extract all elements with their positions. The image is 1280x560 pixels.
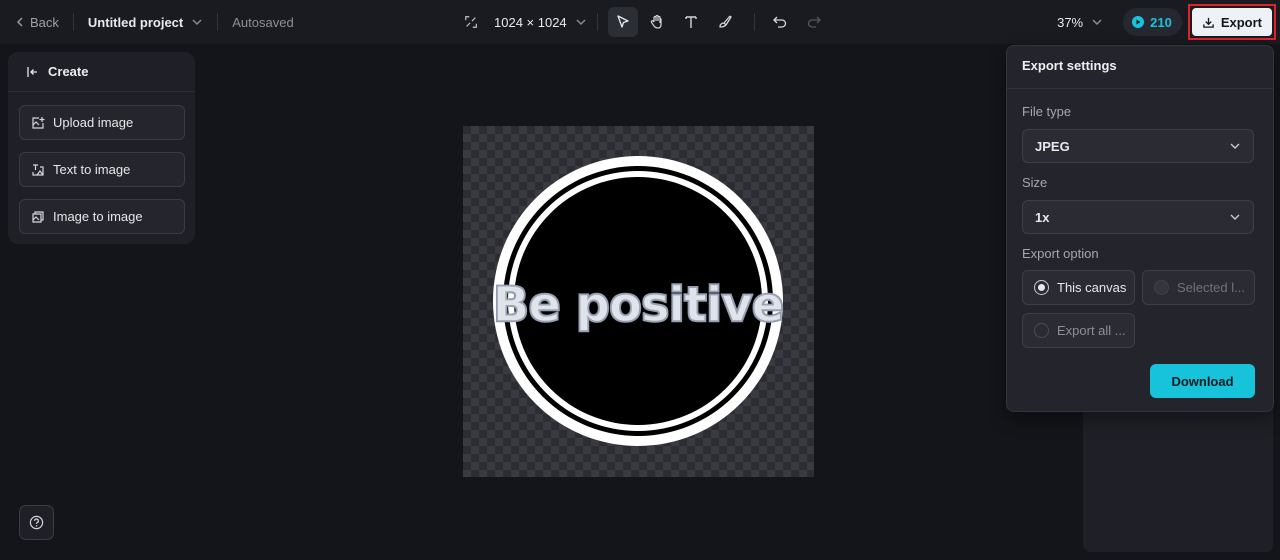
artwork-text: Be positive (493, 277, 783, 333)
file-type-select[interactable]: JPEG (1022, 129, 1254, 163)
credits-badge[interactable]: 210 (1123, 8, 1182, 36)
export-all-label: Export all ... (1057, 323, 1126, 338)
top-bar: Back Untitled project Autosaved 1024 × 1… (0, 0, 1280, 44)
back-label: Back (30, 14, 59, 30)
divider (596, 13, 598, 31)
chevron-down-icon (1230, 143, 1240, 149)
help-button[interactable] (19, 505, 54, 540)
top-bar-right: 37% 210 Export (1057, 0, 1280, 44)
redo-icon (807, 16, 821, 28)
export-all-option[interactable]: Export all ... (1022, 313, 1135, 348)
create-panel-title: Create (48, 64, 89, 79)
export-settings-popover: Export settings File type JPEG Size 1x E… (1006, 45, 1274, 412)
zoom-dropdown[interactable]: 37% (1057, 15, 1103, 30)
download-icon (1203, 17, 1214, 28)
radio-selected (1034, 280, 1049, 295)
create-panel: Create Upload image Text to image Image … (8, 52, 195, 244)
top-bar-left: Back Untitled project Autosaved (0, 0, 294, 44)
upload-image-icon (32, 116, 45, 129)
upload-image-label: Upload image (53, 115, 134, 130)
properties-panel (1083, 400, 1273, 552)
divider (753, 13, 755, 31)
this-canvas-option[interactable]: This canvas (1022, 270, 1135, 305)
export-button-highlight: Export (1187, 4, 1276, 40)
redo-button[interactable] (799, 7, 829, 37)
size-value: 1x (1035, 209, 1050, 225)
create-panel-header[interactable]: Create (8, 52, 195, 92)
hand-tool-button[interactable] (642, 7, 672, 37)
selected-layers-option: Selected l... (1142, 270, 1255, 305)
export-button[interactable]: Export (1191, 8, 1272, 36)
divider (72, 13, 74, 31)
text-to-image-icon (32, 163, 44, 176)
size-select[interactable]: 1x (1022, 200, 1254, 234)
back-button[interactable]: Back (14, 15, 59, 30)
project-name-dropdown[interactable]: Untitled project (88, 15, 203, 30)
brush-tool-button[interactable] (710, 7, 740, 37)
export-settings-title: Export settings (1022, 58, 1117, 73)
toolbar: 1024 × 1024 (462, 0, 833, 44)
undo-button[interactable] (765, 7, 795, 37)
artwork: Be positive (492, 156, 785, 446)
text-to-image-label: Text to image (53, 162, 131, 177)
file-type-label: File type (1022, 104, 1072, 119)
canvas-size-dropdown[interactable]: 1024 × 1024 (494, 15, 587, 30)
chevron-down-icon (1092, 19, 1102, 25)
brush-icon (719, 15, 732, 28)
file-type-value: JPEG (1035, 138, 1070, 154)
canvas-artboard[interactable]: Be positive (463, 126, 814, 477)
text-tool-button[interactable] (676, 7, 706, 37)
chevron-down-icon (576, 19, 586, 25)
image-to-image-label: Image to image (53, 209, 143, 224)
size-label: Size (1022, 175, 1048, 190)
divider (217, 13, 219, 31)
cursor-arrow-icon (617, 15, 629, 28)
credits-count: 210 (1150, 14, 1172, 30)
text-to-image-button[interactable]: Text to image (19, 152, 185, 187)
export-option-label: Export option (1022, 246, 1099, 261)
this-canvas-label: This canvas (1057, 280, 1127, 295)
download-button[interactable]: Download (1150, 364, 1255, 398)
selected-layers-label: Selected l... (1177, 280, 1245, 295)
help-icon (29, 515, 44, 530)
image-to-image-icon (32, 210, 44, 223)
canvas-size-value: 1024 × 1024 (494, 14, 567, 30)
select-tool-button[interactable] (607, 7, 638, 37)
credit-play-icon (1132, 16, 1145, 28)
radio-unselected (1034, 323, 1049, 338)
zoom-value: 37% (1057, 14, 1084, 30)
radio-disabled (1154, 280, 1169, 295)
save-status: Autosaved (232, 14, 294, 30)
text-icon (684, 16, 697, 28)
export-label: Export (1220, 14, 1262, 30)
chevron-down-icon (1230, 214, 1240, 220)
divider (1007, 88, 1273, 89)
collapse-left-icon (27, 66, 37, 77)
upload-image-button[interactable]: Upload image (19, 105, 185, 140)
project-name: Untitled project (87, 14, 184, 30)
resize-icon (465, 16, 477, 28)
chevron-left-icon (17, 17, 23, 27)
undo-icon (772, 16, 786, 28)
chevron-down-icon (192, 19, 202, 25)
resize-canvas-button[interactable] (462, 13, 480, 31)
image-to-image-button[interactable]: Image to image (19, 199, 185, 234)
hand-icon (650, 14, 662, 29)
